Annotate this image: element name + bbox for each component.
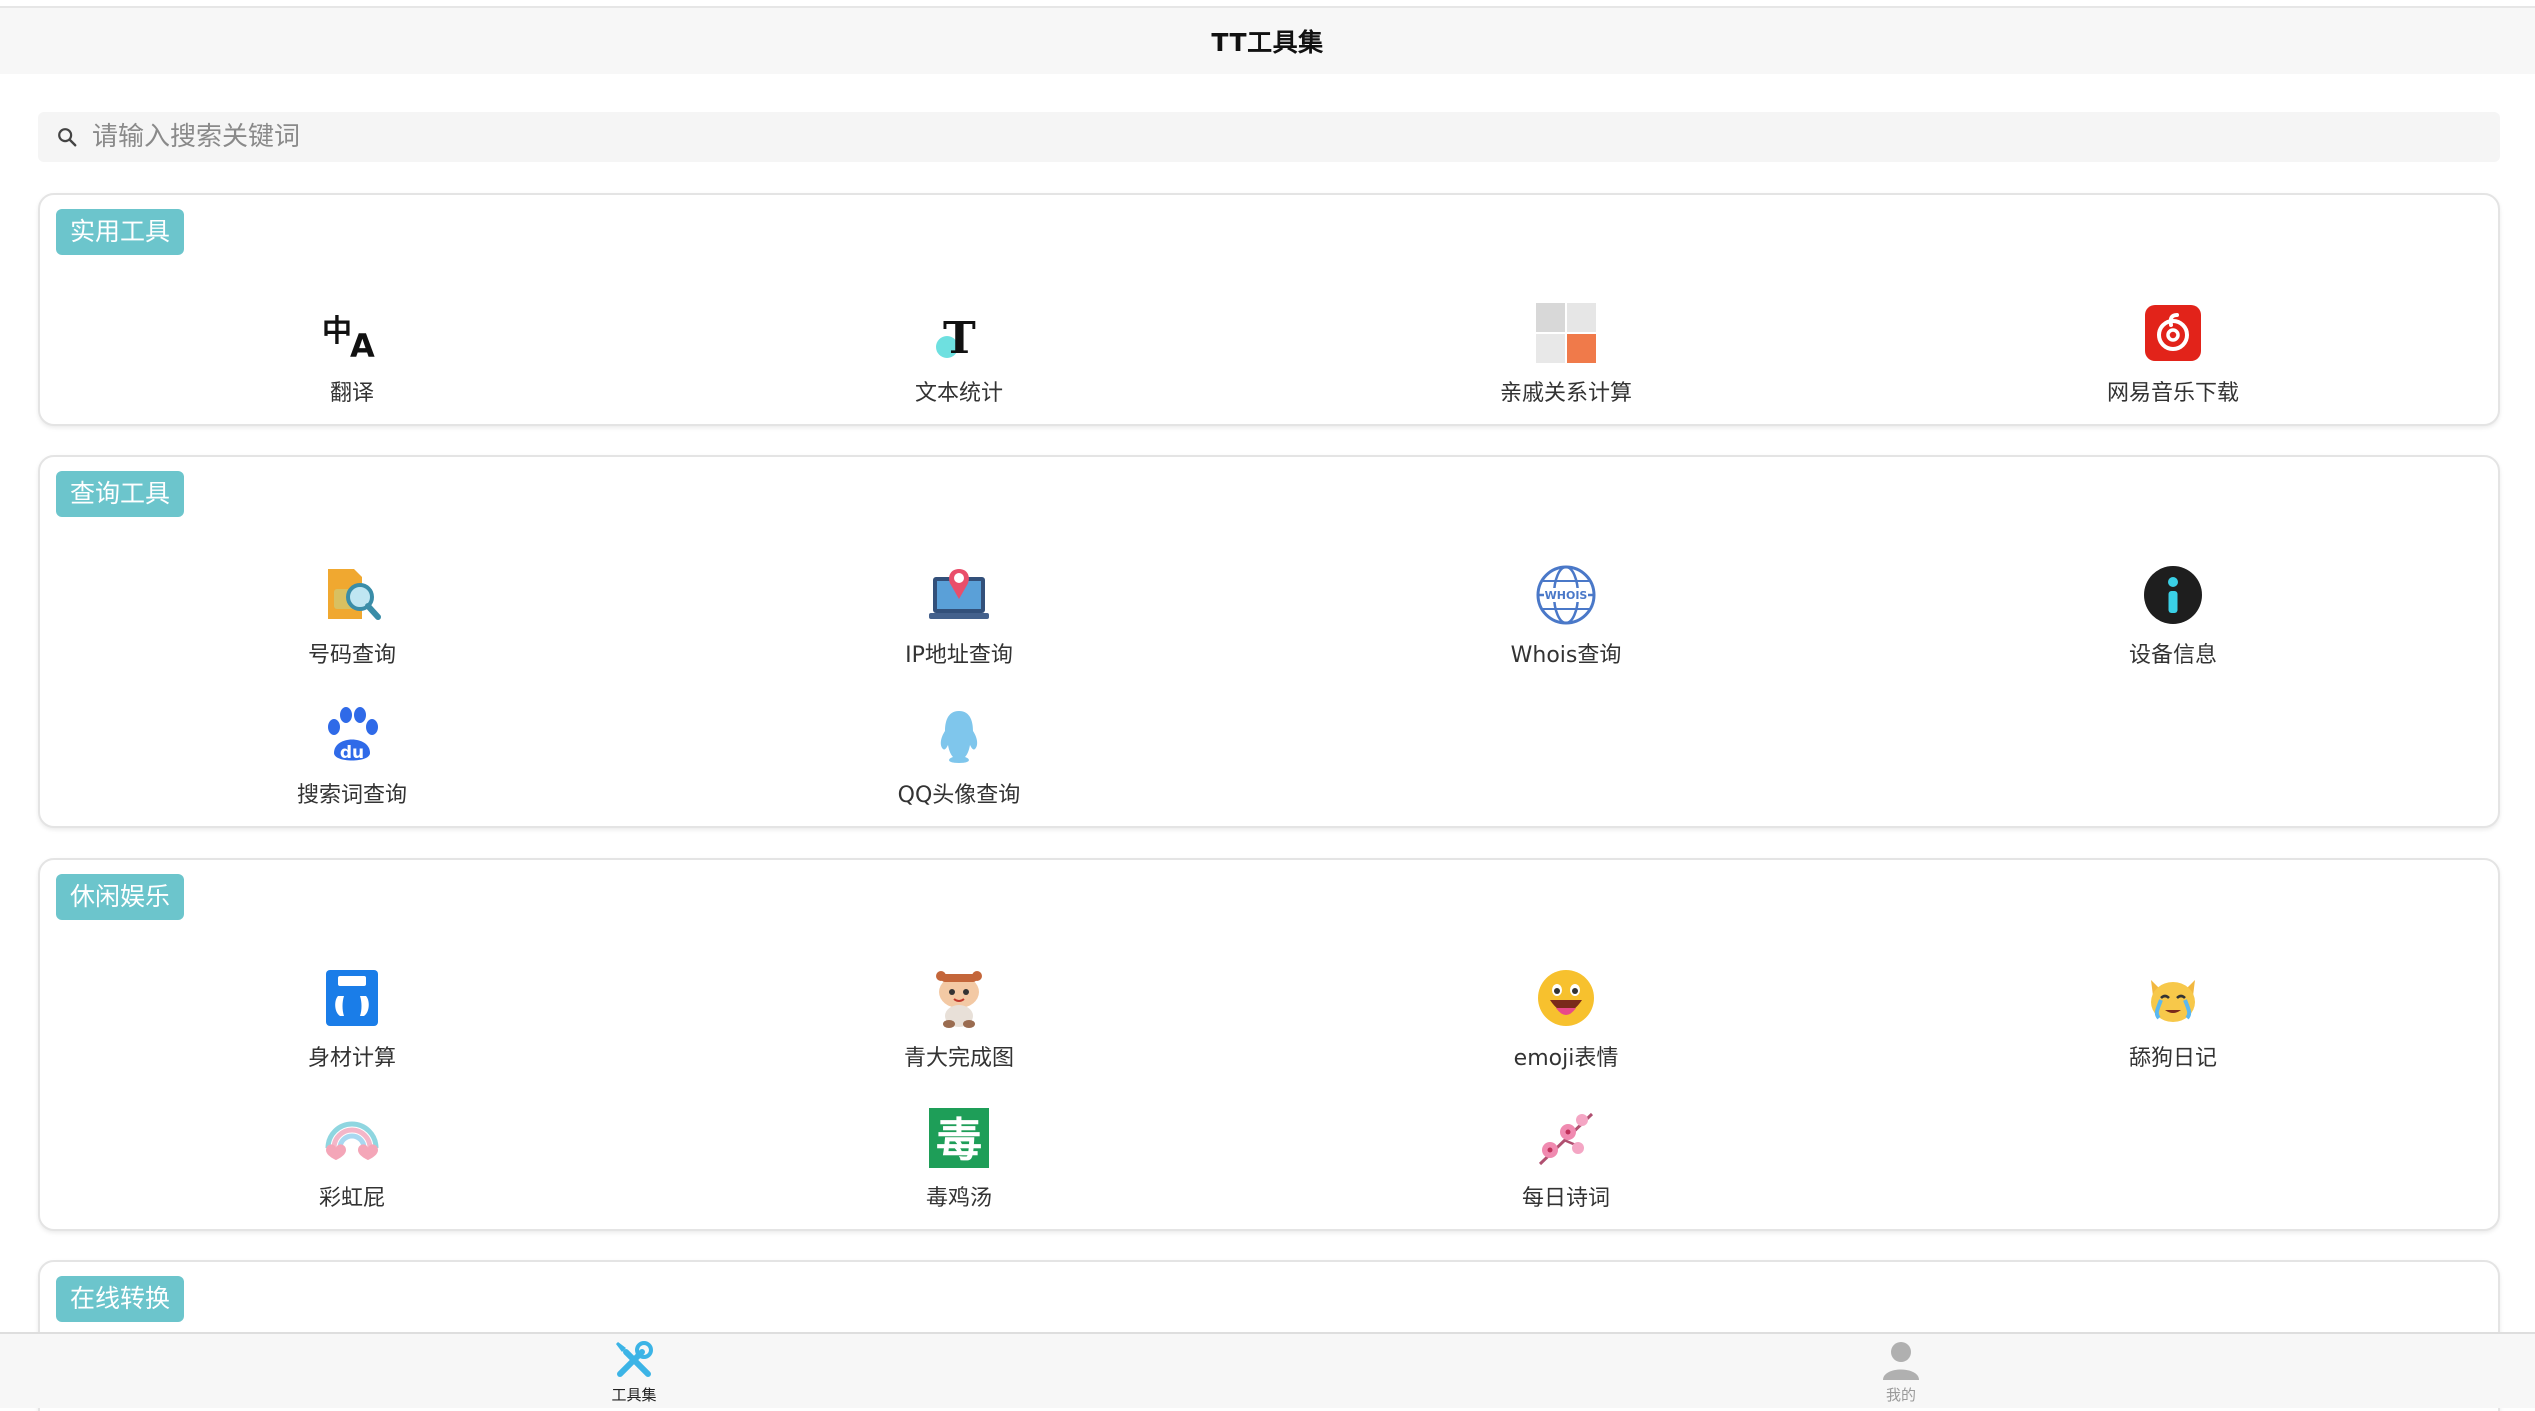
tool-diary[interactable]: 舔狗日记 <box>2023 966 2323 1076</box>
tool-label: 网易音乐下载 <box>2106 381 2239 406</box>
tool-search-terms[interactable]: du 搜索词查询 <box>202 703 502 813</box>
user-icon <box>1883 1342 1919 1380</box>
device-info-icon <box>2141 563 2205 627</box>
tool-qq-avatar[interactable]: QQ头像查询 <box>809 703 1109 813</box>
relatives-calc-icon <box>1534 301 1598 365</box>
tab-label: 工具集 <box>611 1386 657 1404</box>
tool-text-stats[interactable]: T 文本统计 <box>809 301 1109 411</box>
tool-whois[interactable]: WHOIS Whois查询 <box>1416 563 1716 673</box>
tool-label: 青大完成图 <box>903 1046 1014 1071</box>
search-icon <box>58 128 77 147</box>
section-title: 查询工具 <box>56 471 185 517</box>
tab-label: 我的 <box>1885 1386 1916 1404</box>
qq-penguin-icon <box>927 703 991 767</box>
svg-text:du: du <box>340 743 364 763</box>
text-stats-icon: T <box>927 301 991 365</box>
body-scale-icon <box>320 966 384 1030</box>
svg-text:T: T <box>943 313 976 364</box>
app-page: TT工具集 实用工具 中 A 翻译 T <box>0 0 2535 1411</box>
tool-label: 身材计算 <box>307 1046 396 1071</box>
section-leisure: 休闲娱乐 身材计算 青大完成图 emoji表情 舔狗日记 彩虹屁 毒 毒鸡汤 每… <box>38 858 2500 1231</box>
wrench-screwdriver-icon <box>616 1341 653 1377</box>
tool-label: 文本统计 <box>914 381 1003 406</box>
tool-label: 毒鸡汤 <box>925 1186 992 1211</box>
tool-label: 翻译 <box>329 381 374 406</box>
section-query-tools: 查询工具 号码查询 IP地址查询 WHOIS Whois查询 设备信息 du 搜… <box>38 455 2500 828</box>
cartoon-character-icon <box>927 966 991 1030</box>
netease-music-icon <box>2141 301 2205 365</box>
tool-label: 舔狗日记 <box>2128 1046 2217 1071</box>
phone-number-search-icon <box>320 563 384 627</box>
tool-label: Whois查询 <box>1510 643 1622 668</box>
section-title: 休闲娱乐 <box>56 874 185 920</box>
svg-text:毒: 毒 <box>936 1113 982 1167</box>
svg-text:中: 中 <box>322 314 352 349</box>
svg-text:WHOIS: WHOIS <box>1545 589 1588 602</box>
tool-ip-location[interactable]: IP地址查询 <box>809 563 1109 673</box>
tool-label: IP地址查询 <box>905 643 1013 668</box>
tool-label: emoji表情 <box>1513 1046 1619 1071</box>
tool-label: 亲戚关系计算 <box>1499 381 1632 406</box>
search-bar[interactable] <box>38 112 2500 162</box>
tool-device-info[interactable]: 设备信息 <box>2023 563 2323 673</box>
tool-netease-music[interactable]: 网易音乐下载 <box>2023 301 2323 411</box>
tool-completion-pic[interactable]: 青大完成图 <box>809 966 1109 1076</box>
crying-cat-icon <box>2141 966 2205 1030</box>
tool-daily-poem[interactable]: 每日诗词 <box>1416 1106 1716 1216</box>
tool-label: 彩虹屁 <box>318 1186 385 1211</box>
tool-relatives-calc[interactable]: 亲戚关系计算 <box>1416 301 1716 411</box>
search-input[interactable] <box>92 122 2500 152</box>
tab-toolset[interactable]: 工具集 <box>574 1338 694 1408</box>
emoji-face-icon <box>1534 966 1598 1030</box>
tool-label: 设备信息 <box>2128 643 2217 668</box>
translate-icon: 中 A <box>320 301 384 365</box>
tool-label: QQ头像查询 <box>897 783 1021 808</box>
tool-label: 号码查询 <box>307 643 396 668</box>
section-title: 在线转换 <box>56 1276 185 1322</box>
baidu-paw-icon: du <box>320 703 384 767</box>
tool-label: 每日诗词 <box>1521 1186 1610 1211</box>
tab-mine[interactable]: 我的 <box>1841 1338 1961 1408</box>
plum-blossom-icon <box>1534 1106 1598 1170</box>
tool-poison-soup[interactable]: 毒 毒鸡汤 <box>809 1106 1109 1216</box>
app-header: TT工具集 <box>0 6 2535 74</box>
tool-translate[interactable]: 中 A 翻译 <box>202 301 502 411</box>
whois-globe-icon: WHOIS <box>1534 563 1598 627</box>
tool-label: 搜索词查询 <box>296 783 407 808</box>
svg-text:A: A <box>350 327 375 365</box>
app-title: TT工具集 <box>1211 28 1324 57</box>
section-practical-tools: 实用工具 中 A 翻译 T 文本统计 亲戚关系计算 网易音乐下载 <box>38 193 2500 426</box>
rainbow-icon <box>320 1106 384 1170</box>
tool-rainbow[interactable]: 彩虹屁 <box>202 1106 502 1216</box>
poison-char-icon: 毒 <box>927 1106 991 1170</box>
tool-body-calc[interactable]: 身材计算 <box>202 966 502 1076</box>
section-title: 实用工具 <box>56 209 185 255</box>
ip-location-icon <box>927 563 991 627</box>
tool-emoji[interactable]: emoji表情 <box>1416 966 1716 1076</box>
tool-phone-number[interactable]: 号码查询 <box>202 563 502 673</box>
bottom-tab-bar: 工具集 我的 <box>0 1332 2535 1408</box>
